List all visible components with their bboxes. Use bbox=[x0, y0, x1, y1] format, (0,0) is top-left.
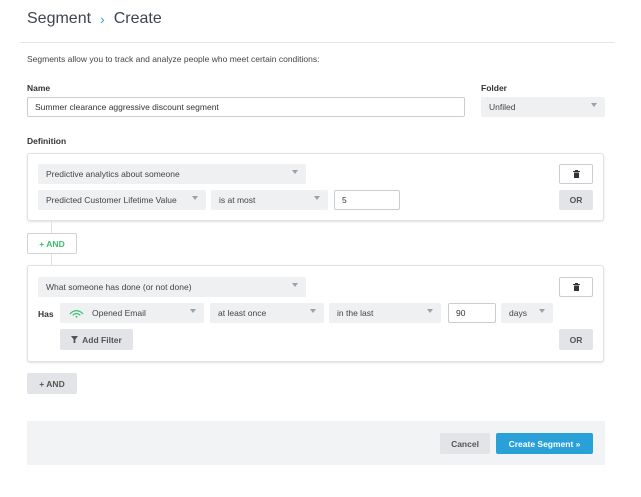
operator-select-value: is at most bbox=[219, 195, 256, 205]
event-select[interactable]: Opened Email bbox=[60, 303, 204, 323]
connector-line bbox=[51, 221, 52, 233]
value-input[interactable]: 5 bbox=[334, 190, 400, 210]
metric-select[interactable]: Predicted Customer Lifetime Value bbox=[38, 190, 206, 210]
chevron-down-icon bbox=[314, 196, 320, 200]
create-segment-button[interactable]: Create Segment » bbox=[496, 433, 593, 454]
chevron-down-icon bbox=[292, 283, 298, 287]
frequency-select-value: at least once bbox=[218, 308, 267, 318]
frequency-select[interactable]: at least once bbox=[210, 303, 324, 323]
add-filter-button[interactable]: Add Filter bbox=[60, 329, 133, 350]
condition-type-value: What someone has done (or not done) bbox=[46, 282, 192, 292]
event-select-value: Opened Email bbox=[92, 308, 146, 318]
condition-type-select[interactable]: Predictive analytics about someone bbox=[38, 164, 306, 184]
breadcrumb-section[interactable]: Segment bbox=[27, 10, 91, 28]
email-signal-icon bbox=[69, 310, 84, 318]
breadcrumb: Segment › Create bbox=[27, 10, 162, 28]
days-value-input[interactable]: 90 bbox=[448, 303, 496, 323]
breadcrumb-separator: › bbox=[100, 11, 105, 27]
intro-text: Segments allow you to track and analyze … bbox=[27, 54, 320, 64]
metric-select-value: Predicted Customer Lifetime Value bbox=[46, 195, 177, 205]
chevron-down-icon bbox=[310, 309, 316, 313]
unit-select-value: days bbox=[509, 308, 527, 318]
trash-icon bbox=[572, 170, 580, 178]
condition-type-select[interactable]: What someone has done (or not done) bbox=[38, 277, 306, 297]
chevron-down-icon bbox=[192, 196, 198, 200]
chevron-down-icon bbox=[591, 103, 597, 107]
trash-icon bbox=[572, 283, 580, 291]
add-and-group-button[interactable]: + AND bbox=[27, 373, 77, 394]
delete-group-button[interactable] bbox=[559, 277, 593, 297]
value-input-value: 5 bbox=[342, 195, 347, 205]
chevron-down-icon bbox=[292, 170, 298, 174]
delete-group-button[interactable] bbox=[559, 164, 593, 184]
add-and-condition-button[interactable]: + AND bbox=[27, 233, 77, 254]
chevron-down-icon bbox=[427, 309, 433, 313]
name-input-value: Summer clearance aggressive discount seg… bbox=[35, 102, 219, 112]
days-value: 90 bbox=[456, 308, 466, 318]
chevron-down-icon bbox=[190, 309, 196, 313]
condition-type-value: Predictive analytics about someone bbox=[46, 169, 180, 179]
chevron-down-icon bbox=[539, 309, 545, 313]
unit-select[interactable]: days bbox=[501, 303, 553, 323]
name-input[interactable]: Summer clearance aggressive discount seg… bbox=[27, 97, 465, 117]
folder-label: Folder bbox=[481, 83, 507, 93]
name-label: Name bbox=[27, 83, 51, 93]
timeframe-select[interactable]: in the last bbox=[329, 303, 441, 323]
operator-select[interactable]: is at most bbox=[211, 190, 328, 210]
filter-icon bbox=[71, 336, 79, 343]
or-button[interactable]: OR bbox=[559, 329, 593, 350]
or-button[interactable]: OR bbox=[559, 190, 593, 210]
definition-label: Definition bbox=[27, 136, 67, 146]
timeframe-select-value: in the last bbox=[337, 308, 374, 318]
add-filter-label: Add Filter bbox=[82, 334, 122, 345]
breadcrumb-current: Create bbox=[113, 10, 162, 27]
folder-select[interactable]: Unfiled bbox=[481, 97, 605, 117]
cancel-button[interactable]: Cancel bbox=[440, 433, 490, 454]
folder-select-value: Unfiled bbox=[489, 102, 516, 112]
header-divider bbox=[20, 42, 615, 43]
has-label: Has bbox=[38, 309, 54, 319]
